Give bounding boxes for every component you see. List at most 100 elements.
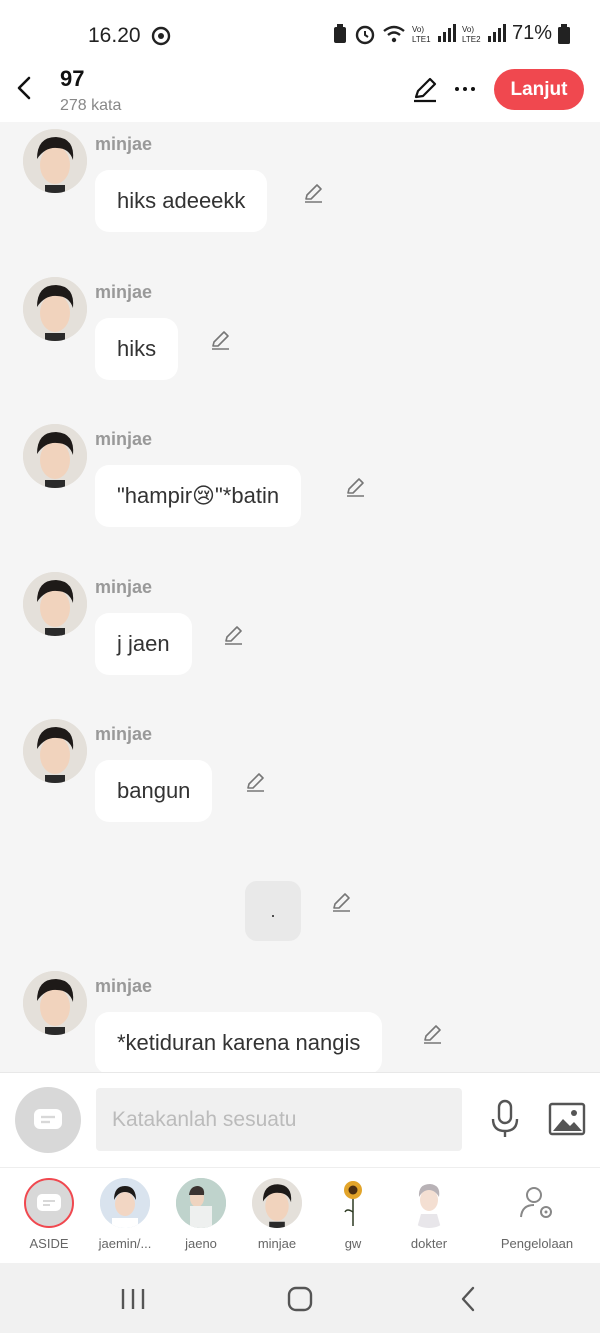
aside-avatar [24,1178,74,1228]
character-label: jaeno [185,1236,217,1251]
system-back-button[interactable] [448,1283,488,1315]
wifi-icon [383,25,405,42]
more-icon [455,87,475,91]
svg-text:Vo): Vo) [462,25,474,34]
character-management[interactable]: Pengelolaan [494,1178,580,1251]
character-label: ASIDE [29,1236,69,1251]
composer-bar [0,1072,600,1167]
message-author: minjae [95,282,153,302]
back-icon [461,1286,475,1312]
battery-percent: 71% [511,22,552,44]
next-button[interactable]: Lanjut [494,69,584,110]
avatar-portrait [23,424,87,488]
image-button[interactable] [548,1102,586,1136]
avatar-portrait [417,1184,441,1228]
message-author: minjae [95,429,153,449]
avatar-portrait [176,1178,226,1228]
message-bubble[interactable]: *ketiduran karena nangis [95,1012,383,1072]
avatar-minjae[interactable] [23,424,87,488]
avatar-minjae[interactable] [23,129,87,193]
chat-bubble-icon [34,1109,62,1129]
narration-bubble[interactable]: . [245,881,301,941]
edit-message-icon[interactable] [243,770,267,794]
edit-message-icon[interactable] [301,181,325,205]
status-bar: 16.20 Vo) LTE1 Vo) LTE2 71% [0,0,600,62]
avatar-portrait [23,572,87,636]
character-jaeno[interactable]: jaeno [163,1178,239,1251]
edit-message-icon[interactable] [343,475,367,499]
aside-toggle-button[interactable] [15,1087,81,1153]
back-icon [17,76,31,100]
avatar-portrait [23,719,87,783]
image-icon [548,1102,586,1136]
home-button[interactable] [280,1283,320,1315]
microphone-icon [491,1099,519,1137]
message-bubble[interactable]: hiks adeeekk [95,170,268,232]
edit-message-icon[interactable] [208,328,232,352]
alarm-icon [355,25,375,44]
character-label: jaemin/... [98,1236,152,1251]
chapter-title: 97 [60,66,85,91]
message-input[interactable] [96,1088,462,1151]
chapter-header: 97 278 kata Lanjut [0,62,600,122]
svg-text:LTE2: LTE2 [462,35,481,44]
message-bubble[interactable]: j jaen [95,613,192,675]
manage-user-icon [520,1187,552,1218]
character-avatar [176,1178,226,1228]
system-nav-bar [0,1263,600,1333]
avatar-minjae[interactable] [23,971,87,1035]
manage-avatar [512,1178,562,1228]
voice-button[interactable] [489,1099,521,1139]
message-bubble[interactable]: bangun [95,760,213,822]
avatar-minjae[interactable] [23,719,87,783]
signal-1-icon: Vo)LTE1 [412,23,456,44]
status-time: 16.20 [88,24,141,47]
chat-bubble-icon [37,1194,61,1211]
character-gw[interactable]: gw [315,1178,391,1251]
character-aside[interactable]: ASIDE [11,1178,87,1251]
svg-text:LTE1: LTE1 [412,35,431,44]
message-author: minjae [95,577,153,597]
recent-apps-button[interactable] [113,1283,153,1315]
character-avatar [328,1178,378,1228]
character-avatar [404,1178,454,1228]
avatar-portrait [23,129,87,193]
character-avatar [252,1178,302,1228]
sunflower-icon [344,1181,362,1226]
battery-icon [558,23,570,44]
recent-apps-icon [121,1289,145,1309]
avatar-portrait [23,971,87,1035]
message-bubble[interactable]: "hampir😢"*batin [95,465,302,527]
edit-message-icon[interactable] [221,623,245,647]
chat-area[interactable]: minjae hiks adeeekk minjae hiks minjae "… [0,122,600,1072]
message-author: minjae [95,134,153,154]
svg-text:Vo): Vo) [412,25,424,34]
sync-icon [151,26,171,46]
word-count: 278 kata [60,97,122,114]
edit-title-button[interactable] [410,74,442,106]
character-label: gw [344,1236,362,1251]
character-jaemin[interactable]: jaemin/... [87,1178,163,1251]
status-icons: Vo) LTE1 Vo) LTE2 71% [332,22,570,45]
more-options-button[interactable] [450,74,480,106]
back-button[interactable] [10,74,38,102]
character-avatar [100,1178,150,1228]
character-label: dokter [410,1236,448,1251]
message-author: minjae [95,976,153,996]
avatar-portrait [23,277,87,341]
pencil-icon [414,77,437,103]
edit-message-icon[interactable] [420,1022,444,1046]
avatar-portrait [100,1178,150,1228]
message-author: minjae [95,724,153,744]
signal-2-icon: Vo)LTE2 [462,23,506,44]
character-dokter[interactable]: dokter [391,1178,467,1251]
character-minjae[interactable]: minjae [239,1178,315,1251]
character-bar: ASIDE jaemin/... jaeno minjae gw dokter [0,1167,600,1263]
avatar-portrait [252,1178,302,1228]
battery-saver-icon [333,23,346,43]
edit-message-icon[interactable] [329,890,353,914]
message-bubble[interactable]: hiks [95,318,179,380]
avatar-minjae[interactable] [23,277,87,341]
avatar-minjae[interactable] [23,572,87,636]
character-label: Pengelolaan [500,1236,574,1251]
